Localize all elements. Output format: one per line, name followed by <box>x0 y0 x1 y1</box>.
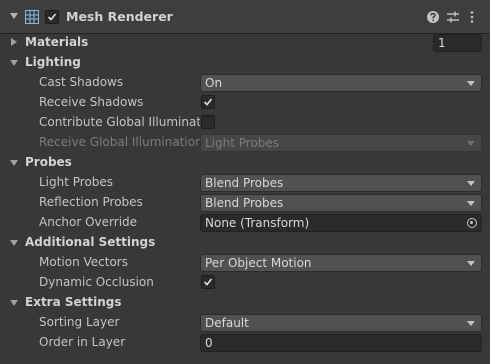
sorting-layer-dropdown[interactable]: Default <box>200 314 482 332</box>
contribute-gi-checkbox[interactable] <box>201 115 215 129</box>
foldout-expanded-icon[interactable] <box>10 240 18 246</box>
sorting-layer-row: Sorting Layer Default <box>0 313 490 333</box>
reflection-probes-row: Reflection Probes Blend Probes <box>0 193 490 213</box>
dynamic-occlusion-checkbox[interactable] <box>201 275 215 289</box>
materials-label: Materials <box>25 35 89 49</box>
materials-size-field[interactable]: 1 <box>433 34 482 52</box>
anchor-override-value: None (Transform) <box>205 216 310 230</box>
additional-settings-section[interactable]: Additional Settings <box>0 233 490 253</box>
receive-shadows-checkbox[interactable] <box>201 95 215 109</box>
probes-label: Probes <box>25 155 72 169</box>
light-probes-dropdown[interactable]: Blend Probes <box>200 174 482 192</box>
contribute-gi-row: Contribute Global Illumination <box>0 113 490 133</box>
contribute-gi-label: Contribute Global Illumination <box>39 115 200 129</box>
dropdown-arrow-icon <box>467 321 475 326</box>
help-icon[interactable] <box>426 10 440 24</box>
probes-section[interactable]: Probes <box>0 153 490 173</box>
motion-vectors-value: Per Object Motion <box>205 256 312 270</box>
cast-shadows-value: On <box>205 76 223 90</box>
extra-settings-label: Extra Settings <box>25 295 122 309</box>
component-title: Mesh Renderer <box>66 9 173 24</box>
dynamic-occlusion-row: Dynamic Occlusion <box>0 273 490 293</box>
anchor-override-field[interactable]: None (Transform) <box>200 214 482 232</box>
component-header[interactable]: Mesh Renderer <box>0 0 490 34</box>
receive-shadows-label: Receive Shadows <box>39 95 144 109</box>
reflection-probes-value: Blend Probes <box>205 196 284 210</box>
order-in-layer-value: 0 <box>205 336 213 350</box>
mesh-renderer-icon <box>25 10 39 24</box>
more-options-icon[interactable] <box>465 10 479 24</box>
extra-settings-section[interactable]: Extra Settings <box>0 293 490 313</box>
dropdown-arrow-icon <box>467 261 475 266</box>
receive-gi-dropdown: Light Probes <box>200 134 482 152</box>
foldout-expanded-icon[interactable] <box>10 300 18 306</box>
receive-gi-label: Receive Global Illumination <box>39 135 200 149</box>
cast-shadows-dropdown[interactable]: On <box>200 74 482 92</box>
dropdown-arrow-icon <box>467 181 475 186</box>
light-probes-label: Light Probes <box>39 175 114 189</box>
cast-shadows-row: Cast Shadows On <box>0 73 490 93</box>
anchor-override-label: Anchor Override <box>39 215 138 229</box>
light-probes-row: Light Probes Blend Probes <box>0 173 490 193</box>
dynamic-occlusion-label: Dynamic Occlusion <box>39 275 154 289</box>
reflection-probes-label: Reflection Probes <box>39 195 143 209</box>
receive-gi-value: Light Probes <box>205 136 280 150</box>
foldout-expanded-icon[interactable] <box>10 60 18 66</box>
foldout-expanded-icon[interactable] <box>10 160 18 166</box>
dropdown-arrow-icon <box>467 201 475 206</box>
additional-settings-label: Additional Settings <box>25 235 156 249</box>
presets-icon[interactable] <box>446 10 460 24</box>
sorting-layer-label: Sorting Layer <box>39 315 120 329</box>
materials-size-value: 1 <box>438 36 446 50</box>
dropdown-arrow-icon <box>467 141 475 146</box>
receive-shadows-row: Receive Shadows <box>0 93 490 113</box>
checkmark-icon <box>203 278 213 286</box>
sorting-layer-value: Default <box>205 316 249 330</box>
receive-gi-row: Receive Global Illumination Light Probes <box>0 133 490 153</box>
order-in-layer-field[interactable]: 0 <box>200 334 482 352</box>
object-picker-icon[interactable] <box>467 218 477 228</box>
foldout-arrow-icon[interactable] <box>10 13 18 19</box>
dropdown-arrow-icon <box>467 81 475 86</box>
lighting-label: Lighting <box>25 55 81 69</box>
motion-vectors-dropdown[interactable]: Per Object Motion <box>200 254 482 272</box>
reflection-probes-dropdown[interactable]: Blend Probes <box>200 194 482 212</box>
checkmark-icon <box>47 13 57 21</box>
order-in-layer-row: Order in Layer 0 <box>0 333 490 353</box>
component-enabled-checkbox[interactable] <box>45 10 59 24</box>
light-probes-value: Blend Probes <box>205 176 284 190</box>
motion-vectors-label: Motion Vectors <box>39 255 128 269</box>
cast-shadows-label: Cast Shadows <box>39 75 124 89</box>
materials-section[interactable]: Materials 1 <box>0 33 490 53</box>
checkmark-icon <box>203 98 213 106</box>
lighting-section[interactable]: Lighting <box>0 53 490 73</box>
foldout-collapsed-icon[interactable] <box>11 38 17 46</box>
anchor-override-row: Anchor Override None (Transform) <box>0 213 490 233</box>
order-in-layer-label: Order in Layer <box>39 335 126 349</box>
motion-vectors-row: Motion Vectors Per Object Motion <box>0 253 490 273</box>
